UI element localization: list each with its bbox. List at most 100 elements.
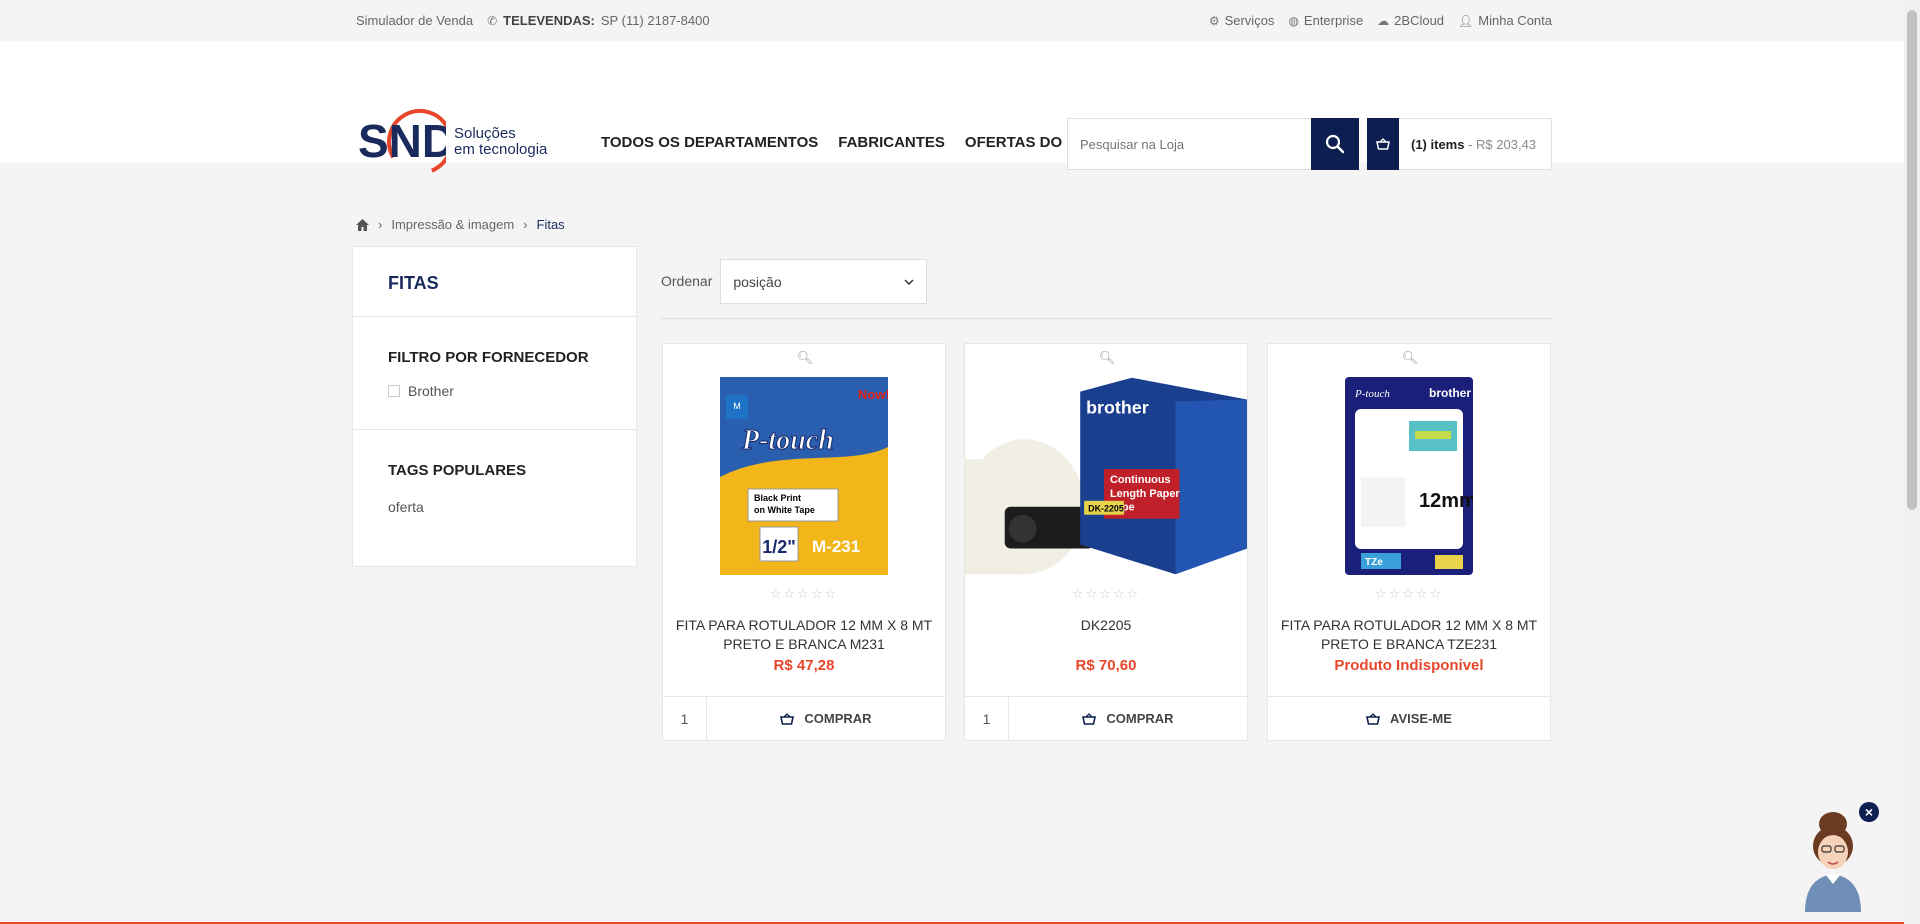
chevron-right-icon: ›: [378, 217, 383, 232]
rating-stars: ☆☆☆☆☆: [769, 586, 839, 601]
search-icon: [1325, 134, 1345, 154]
enterprise-link[interactable]: ◍ Enterprise: [1288, 13, 1363, 28]
svg-text:Now!: Now!: [858, 387, 888, 402]
scrollbar-thumb[interactable]: [1907, 10, 1917, 510]
minha-conta-link[interactable]: 👤︎ Minha Conta: [1458, 13, 1552, 28]
product-name[interactable]: FITA PARA ROTULADOR 12 MM X 8 MT PRETO E…: [1278, 616, 1540, 654]
sort-value: posição: [733, 273, 782, 290]
svg-text:M: M: [733, 401, 741, 411]
filter-section: FILTRO POR FORNECEDOR Brother: [353, 317, 636, 430]
product-image[interactable]: brother Continuous Length Paper Tape DK-…: [965, 376, 1247, 576]
search-button[interactable]: [1311, 118, 1359, 170]
globe-icon: ◍: [1288, 13, 1299, 28]
notify-me-button[interactable]: AVISE-ME: [1268, 697, 1550, 740]
zoom-icon[interactable]: 🔍︎: [1393, 344, 1427, 372]
svg-text:Continuous: Continuous: [1110, 474, 1171, 486]
logo-tagline-2: em tecnologia: [454, 141, 548, 158]
cart-summary: (1) items - R$ 203,43: [1411, 136, 1537, 152]
svg-text:brother: brother: [1429, 386, 1471, 400]
phone-number: SP (11) 2187-8400: [600, 13, 710, 28]
chevron-down-icon: [904, 278, 914, 285]
filter-option-brother[interactable]: Brother: [388, 366, 601, 429]
chevron-right-icon: ›: [523, 217, 528, 232]
tag-oferta[interactable]: oferta: [388, 479, 601, 549]
product-card: 🔍︎ P-touch brother 12mm TZe ☆☆☆☆☆ FITA P…: [1267, 343, 1551, 741]
nav-todos-departamentos[interactable]: TODOS OS DEPARTAMENTOS: [601, 134, 818, 151]
breadcrumb-current: Fitas: [536, 217, 565, 232]
product-card: 🔍︎ brother Continuous Length Paper Tape …: [964, 343, 1248, 741]
cart-items: (1) items: [1411, 136, 1465, 152]
notify-me-label: AVISE-ME: [1390, 711, 1452, 726]
zoom-icon[interactable]: 🔍︎: [1090, 344, 1124, 372]
tags-section: TAGS POPULARES oferta: [353, 430, 636, 549]
close-icon[interactable]: ×: [1859, 802, 1879, 822]
sort-toolbar: Ordenar posição: [661, 259, 1552, 319]
nav-fabricantes[interactable]: FABRICANTES: [838, 134, 945, 151]
product-image[interactable]: P-touch brother 12mm TZe: [1268, 376, 1550, 576]
buy-button[interactable]: COMPRAR: [707, 697, 945, 740]
logo-brand: SND: [358, 115, 446, 167]
search-input[interactable]: [1067, 118, 1311, 170]
buy-label: COMPRAR: [804, 711, 872, 726]
quantity-input[interactable]: 1: [663, 697, 707, 740]
svg-text:brother: brother: [1086, 397, 1149, 417]
tags-title: TAGS POPULARES: [388, 462, 527, 479]
2bcloud-label: 2BCloud: [1394, 13, 1445, 28]
product-price: R$ 47,28: [773, 657, 835, 674]
cart-button[interactable]: (1) items - R$ 203,43: [1367, 118, 1552, 170]
product-name[interactable]: FITA PARA ROTULADOR 12 MM X 8 MT PRETO E…: [673, 616, 935, 654]
quantity-input[interactable]: 1: [965, 697, 1009, 740]
svg-text:1/2": 1/2": [762, 537, 796, 557]
svg-text:P-touch: P-touch: [1354, 388, 1390, 400]
search-form: [1067, 118, 1359, 170]
zoom-icon[interactable]: 🔍︎: [788, 344, 822, 372]
virtual-assistant[interactable]: ×: [1793, 802, 1879, 912]
sidebar-title-section: FITAS: [353, 247, 636, 317]
simulator-link[interactable]: Simulador de Venda: [356, 13, 473, 28]
servicos-label: Serviços: [1224, 13, 1275, 28]
rating-stars: ☆☆☆☆☆: [1071, 586, 1141, 601]
topbar: Simulador de Venda ✆ TELEVENDAS: SP (11)…: [0, 0, 1920, 41]
sort-select[interactable]: posição: [720, 259, 928, 304]
rating-stars: ☆☆☆☆☆: [1374, 586, 1444, 601]
buy-button[interactable]: COMPRAR: [1009, 697, 1247, 740]
sidebar: FITAS FILTRO POR FORNECEDOR Brother TAGS…: [352, 246, 637, 567]
phone-icon: ✆: [487, 13, 498, 28]
cloud-icon: ☁: [1377, 13, 1390, 28]
svg-text:TZe: TZe: [1365, 557, 1383, 568]
basket-icon: [1082, 712, 1097, 725]
filter-title: FILTRO POR FORNECEDOR: [388, 349, 589, 366]
basket-icon: [1366, 712, 1381, 725]
televendas-label: TELEVENDAS:: [503, 13, 595, 28]
televendas: ✆ TELEVENDAS: SP (11) 2187-8400: [487, 13, 709, 28]
logo[interactable]: SND Soluções em tecnologia: [358, 107, 547, 177]
basket-icon: [780, 712, 795, 725]
servicos-link[interactable]: ⚙ Serviços: [1209, 13, 1275, 28]
svg-text:12mm: 12mm: [1419, 490, 1473, 512]
breadcrumb-item[interactable]: Impressão & imagem: [391, 217, 514, 232]
enterprise-label: Enterprise: [1303, 13, 1364, 28]
scrollbar[interactable]: [1904, 0, 1920, 924]
product-actions: 1 COMPRAR: [663, 696, 945, 740]
logo-tagline-1: Soluções: [454, 125, 516, 142]
product-availability: Produto Indisponivel: [1334, 657, 1484, 674]
category-title: FITAS: [388, 273, 439, 293]
filter-option-label: Brother: [408, 383, 454, 399]
checkbox[interactable]: [388, 385, 400, 397]
gear-icon: ⚙: [1208, 13, 1220, 28]
breadcrumb: › Impressão & imagem › Fitas: [356, 217, 565, 232]
home-icon[interactable]: [356, 218, 369, 231]
product-name[interactable]: DK2205: [975, 616, 1237, 635]
svg-text:P-touch: P-touch: [741, 425, 834, 456]
header: SND Soluções em tecnologia TODOS OS DEPA…: [0, 41, 1920, 175]
svg-text:DK-2205: DK-2205: [1088, 504, 1124, 514]
svg-text:Length Paper: Length Paper: [1110, 488, 1180, 500]
product-image[interactable]: M Now! P-touch Black Print on White Tape…: [663, 376, 945, 576]
sort-label: Ordenar: [661, 273, 713, 289]
product-price: R$ 70,60: [1075, 657, 1137, 674]
user-icon: 👤︎: [1458, 13, 1474, 28]
2bcloud-link[interactable]: ☁ 2BCloud: [1377, 13, 1444, 28]
cart-total: R$ 203,43: [1476, 136, 1537, 152]
svg-text:M-231: M-231: [812, 537, 860, 556]
snd-logo-mark: SND: [358, 109, 446, 175]
